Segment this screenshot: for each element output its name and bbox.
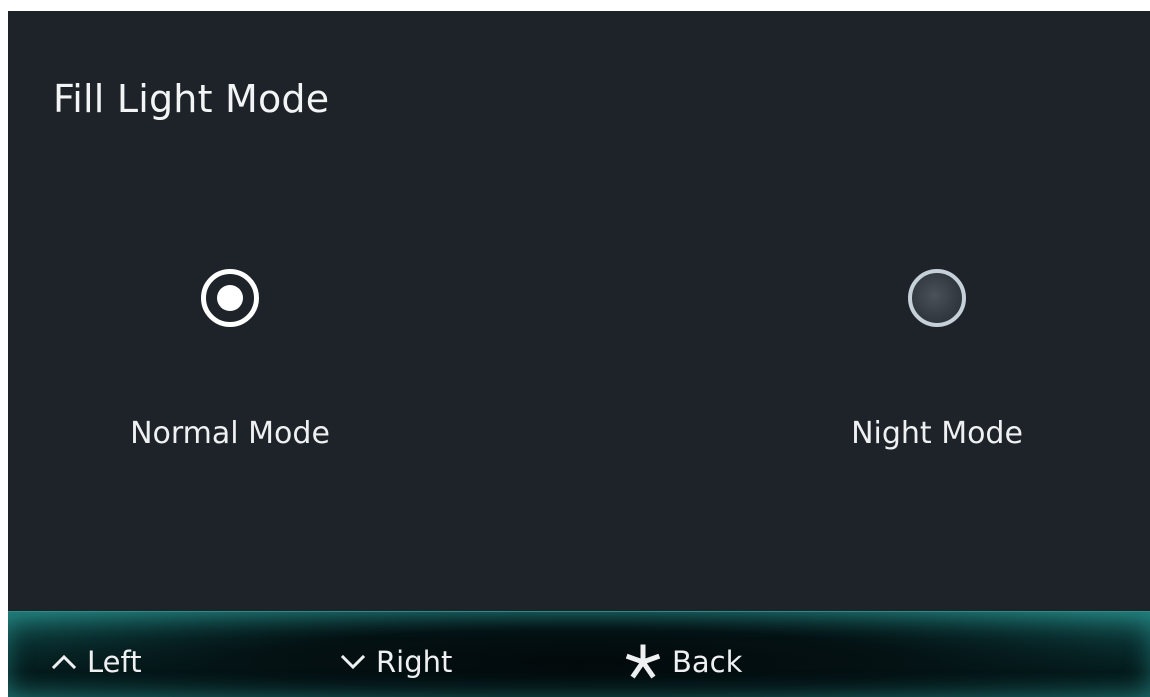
normal-mode-option[interactable]: Normal Mode [100,269,360,469]
night-mode-label: Night Mode [851,416,1023,451]
normal-mode-radio[interactable] [201,269,259,327]
back-button-label: Back [672,645,743,679]
right-button-label: Right [376,645,453,679]
page-title: Fill Light Mode [53,77,330,121]
asterisk-icon [625,644,661,679]
back-button[interactable]: Back [624,640,742,684]
chevron-down-icon [340,654,366,670]
bottom-navigation-bar: Left Right Back [8,611,1150,697]
left-button[interactable]: Left [51,640,142,684]
normal-mode-label: Normal Mode [130,416,330,451]
chevron-up-icon [51,654,77,670]
right-button[interactable]: Right [340,640,452,684]
fill-light-mode-screen: Fill Light Mode Normal Mode Night Mode L… [8,11,1150,697]
night-mode-radio[interactable] [908,269,966,327]
night-mode-option[interactable]: Night Mode [807,269,1067,469]
left-button-label: Left [87,645,142,679]
